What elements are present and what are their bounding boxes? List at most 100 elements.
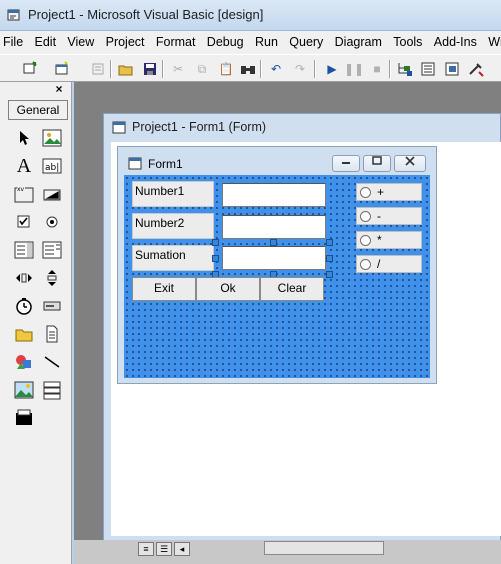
filelistbox-icon[interactable] xyxy=(40,322,64,346)
textbox-icon[interactable]: ab| xyxy=(40,154,64,178)
data-icon[interactable] xyxy=(40,378,64,402)
image-icon[interactable] xyxy=(12,378,36,402)
pointer-icon[interactable] xyxy=(12,126,36,150)
label-icon[interactable]: A xyxy=(12,154,36,178)
combobox-icon[interactable] xyxy=(12,238,36,262)
label-number1: Number1 xyxy=(132,181,214,207)
break-icon[interactable]: ❚❚ xyxy=(344,59,364,79)
ole-icon[interactable] xyxy=(12,406,36,430)
line-icon[interactable] xyxy=(40,350,64,374)
scroll-left-icon[interactable]: ◂ xyxy=(174,542,190,556)
project-explorer-icon[interactable] xyxy=(394,59,414,79)
minimize-button[interactable] xyxy=(332,155,360,172)
ok-button[interactable]: Ok xyxy=(196,277,260,301)
minimize-icon xyxy=(342,162,350,164)
label-number2: Number2 xyxy=(132,213,214,239)
maximize-button[interactable] xyxy=(363,155,391,172)
textbox-number1[interactable] xyxy=(222,183,326,207)
title-bar: Project1 - Microsoft Visual Basic [desig… xyxy=(0,0,501,31)
form1-window[interactable]: Form1 Number1 Number2 Sumation Exit Ok C… xyxy=(117,146,437,384)
toolbar-separator xyxy=(314,60,316,78)
toolbar-separator xyxy=(389,60,391,78)
menu-editor-icon[interactable] xyxy=(88,59,108,79)
exit-button[interactable]: Exit xyxy=(132,277,196,301)
dirlistbox-icon[interactable] xyxy=(12,322,36,346)
menu-debug[interactable]: Debug xyxy=(204,31,247,49)
add-project-icon[interactable] xyxy=(20,59,40,79)
menu-run[interactable]: Run xyxy=(252,31,281,49)
toolbox-tab-general[interactable]: General xyxy=(8,100,68,120)
start-icon[interactable]: ▶ xyxy=(322,59,342,79)
menu-bar: File Edit View Project Format Debug Run … xyxy=(0,31,501,54)
paste-icon[interactable]: 📋 xyxy=(216,59,236,79)
option-plus[interactable]: + xyxy=(356,183,422,201)
maximize-icon xyxy=(372,156,382,165)
optionbutton-icon[interactable] xyxy=(40,210,64,234)
textbox-number2[interactable] xyxy=(222,215,326,239)
form-icon xyxy=(128,157,142,170)
selection-handle[interactable] xyxy=(326,255,333,262)
end-icon[interactable]: ■ xyxy=(367,59,387,79)
menu-tools[interactable]: Tools xyxy=(390,31,425,49)
menu-add-ins[interactable]: Add-Ins xyxy=(431,31,480,49)
redo-icon[interactable]: ↷ xyxy=(290,59,310,79)
menu-format[interactable]: Format xyxy=(153,31,199,49)
undo-icon[interactable]: ↶ xyxy=(266,59,286,79)
add-form-icon[interactable] xyxy=(52,59,72,79)
textbox-sumation[interactable] xyxy=(222,246,326,270)
option-divide[interactable]: / xyxy=(356,255,422,273)
listbox-icon[interactable] xyxy=(40,238,64,262)
selection-handle[interactable] xyxy=(270,239,277,246)
option-multiply[interactable]: * xyxy=(356,231,422,249)
properties-window-icon[interactable] xyxy=(418,59,438,79)
clear-button[interactable]: Clear xyxy=(260,277,324,301)
menu-query[interactable]: Query xyxy=(286,31,326,49)
option-minus[interactable]: - xyxy=(356,207,422,225)
menu-project[interactable]: Project xyxy=(103,31,148,49)
toolbar-separator xyxy=(162,60,164,78)
close-icon xyxy=(405,156,415,166)
vb-project-icon xyxy=(7,9,20,21)
cut-icon[interactable]: ✂ xyxy=(168,59,188,79)
toolbar-separator xyxy=(260,60,262,78)
selection-handle[interactable] xyxy=(212,255,219,262)
code-view-icon[interactable]: ≡ xyxy=(138,542,154,556)
drivelistbox-icon[interactable] xyxy=(40,294,64,318)
frame-icon[interactable]: xv xyxy=(12,182,36,206)
scroll-thumb[interactable] xyxy=(264,541,384,555)
hscrollbar-icon[interactable] xyxy=(12,266,36,290)
selection-handle[interactable] xyxy=(326,239,333,246)
picturebox-icon[interactable] xyxy=(40,126,64,150)
standard-toolbar: ✂ ⧉ 📋 ↶ ↷ ▶ ❚❚ ■ xyxy=(0,54,501,82)
checkbox-icon[interactable] xyxy=(12,210,36,234)
selection-handle[interactable] xyxy=(326,271,333,278)
horizontal-scrollbar[interactable]: ≡ ☰ ◂ xyxy=(74,540,501,564)
vscrollbar-icon[interactable] xyxy=(40,266,64,290)
open-project-icon[interactable] xyxy=(116,59,136,79)
shape-icon[interactable] xyxy=(12,350,36,374)
label-sumation: Sumation xyxy=(132,245,214,271)
menu-window[interactable]: Windo xyxy=(485,31,501,49)
procedure-view-icon[interactable]: ☰ xyxy=(156,542,172,556)
find-icon[interactable] xyxy=(238,59,258,79)
menu-view[interactable]: View xyxy=(64,31,97,49)
toolbox-icon[interactable] xyxy=(466,59,486,79)
close-button[interactable] xyxy=(394,155,426,172)
radio-icon xyxy=(360,187,371,198)
menu-file[interactable]: File xyxy=(0,31,26,49)
form-layout-icon[interactable] xyxy=(442,59,462,79)
menu-edit[interactable]: Edit xyxy=(32,31,60,49)
toolbox-panel: × General A ab| xv xyxy=(6,82,72,564)
radio-icon xyxy=(360,211,371,222)
form-icon xyxy=(112,121,126,134)
option-minus-label: - xyxy=(377,209,381,223)
timer-icon[interactable] xyxy=(12,294,36,318)
copy-icon[interactable]: ⧉ xyxy=(192,59,212,79)
save-project-icon[interactable] xyxy=(140,59,160,79)
form1-client-area[interactable]: Number1 Number2 Sumation Exit Ok Clear +… xyxy=(124,175,430,378)
selection-handle[interactable] xyxy=(212,239,219,246)
close-icon[interactable]: × xyxy=(52,83,66,97)
menu-diagram[interactable]: Diagram xyxy=(332,31,385,49)
svg-text:ab|: ab| xyxy=(45,163,59,173)
commandbutton-icon[interactable] xyxy=(40,182,64,206)
